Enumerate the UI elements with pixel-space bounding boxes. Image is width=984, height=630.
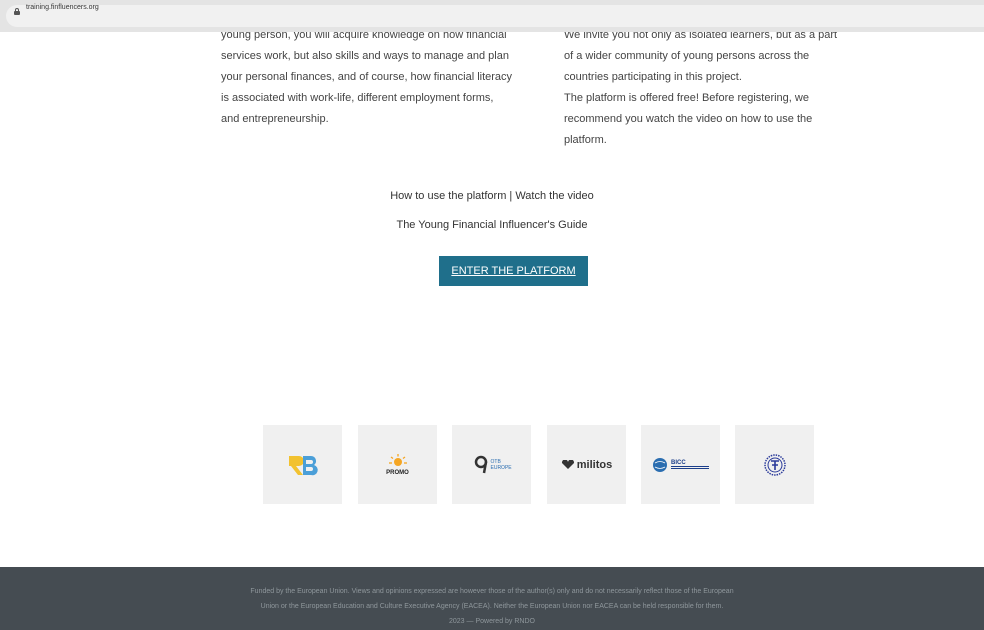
right-line: countries participating in this project. (564, 71, 742, 83)
right-line: of a wider community of young persons ac… (564, 50, 810, 62)
partner-logo-militos[interactable]: militos (547, 425, 626, 504)
bicc-logo-text: BICC (671, 460, 709, 469)
site-footer: Funded by the European Union. Views and … (0, 567, 984, 630)
partner-logo-bicc[interactable]: BICC (641, 425, 720, 504)
partner-logo-otb[interactable]: OTB EUROPE (452, 425, 531, 504)
otb-logo-text: OTB EUROPE (490, 458, 512, 471)
footer-copyright: 2023 — Powered by RNDO (449, 618, 535, 625)
left-line: services work, but also skills and ways … (221, 50, 509, 62)
footer-disclaimer-line2: Union or the European Education and Cult… (260, 603, 724, 610)
browser-address-bar[interactable]: training.finfluencers.org (0, 0, 984, 32)
promo-logo-text: PROMO (386, 469, 409, 476)
right-line: The platform is offered free! Before reg… (564, 92, 809, 104)
left-line: is associated with work-life, different … (221, 92, 494, 104)
sun-icon (388, 453, 407, 466)
enter-platform-button[interactable]: ENTER THE PLATFORM (439, 256, 588, 286)
footer-disclaimer-line1: Funded by the European Union. Views and … (250, 588, 734, 595)
militos-heart-icon (561, 459, 574, 469)
bicc-globe-icon (653, 457, 667, 472)
left-line: your personal finances, and of course, h… (221, 71, 513, 83)
lock-icon (14, 8, 20, 15)
partner-logo-rndo[interactable] (263, 425, 342, 504)
address-field[interactable] (6, 5, 984, 27)
watch-video-link[interactable]: How to use the platform | Watch the vide… (0, 190, 984, 202)
emblem-seal-icon (763, 453, 786, 476)
url-text[interactable]: training.finfluencers.org (26, 4, 99, 11)
right-line: platform. (564, 134, 607, 146)
right-line: recommend you watch the video on how to … (564, 113, 813, 125)
militos-logo-text: militos (576, 458, 613, 471)
rndo-logo-icon (288, 455, 318, 475)
partner-logo-emblem[interactable] (735, 425, 814, 504)
left-line: and entrepreneurship. (221, 113, 329, 125)
guide-link[interactable]: The Young Financial Influencer's Guide (0, 219, 984, 231)
partner-logo-promo[interactable]: PROMO (358, 425, 437, 504)
otb-nine-icon (474, 455, 487, 473)
